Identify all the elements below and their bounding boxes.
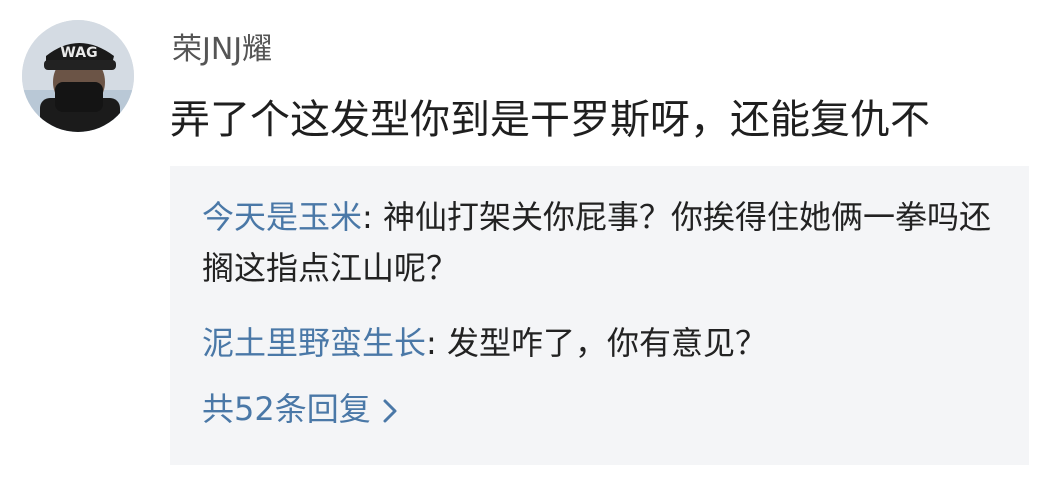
reply-author[interactable]: 泥土里野蛮生长 <box>202 324 426 362</box>
reply-text: 发型咋了，你有意见？ <box>446 324 767 362</box>
reply-item[interactable]: 泥土里野蛮生长: 发型咋了，你有意见？ <box>202 318 1002 369</box>
avatar[interactable]: WAG <box>22 20 134 132</box>
reply-author[interactable]: 今天是玉米 <box>202 198 362 236</box>
more-replies-label: 共52条回复 <box>202 390 371 428</box>
reply-separator: : <box>362 198 383 236</box>
chevron-right-icon <box>383 399 397 423</box>
more-replies-link[interactable]: 共52条回复 <box>202 384 399 434</box>
replies-panel: 今天是玉米: 神仙打架关你屁事？你挨得住她俩一拳吗还搁这指点江山呢？ 泥土里野蛮… <box>170 166 1029 465</box>
comment-text: 弄了个这发型你到是干罗斯呀，还能复仇不 <box>170 97 930 143</box>
comment-username[interactable]: 荣JNJ耀 <box>172 30 272 70</box>
reply-separator: : <box>426 324 447 362</box>
reply-item[interactable]: 今天是玉米: 神仙打架关你屁事？你挨得住她俩一拳吗还搁这指点江山呢？ <box>202 192 1002 294</box>
avatar-image: WAG <box>22 20 134 132</box>
svg-text:WAG: WAG <box>60 45 97 61</box>
